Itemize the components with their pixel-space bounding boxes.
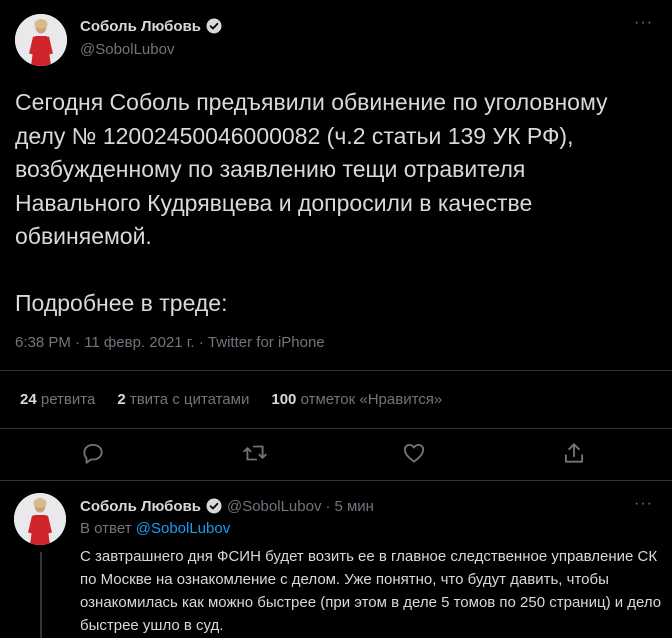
retweet-button[interactable]	[242, 440, 268, 466]
stat-value: 2	[117, 391, 126, 408]
reply-time[interactable]: 5 мин	[334, 498, 374, 515]
separator-dot: ·	[325, 497, 331, 515]
in-reply-to: В ответ @SobolLubov	[80, 520, 230, 537]
author-handle[interactable]: @SobolLubov	[80, 41, 174, 58]
avatar-image	[15, 14, 67, 66]
action-bar	[0, 440, 672, 470]
divider	[0, 428, 672, 429]
like-button[interactable]	[401, 440, 427, 466]
in-reply-handle-link[interactable]: @SobolLubov	[136, 520, 230, 537]
avatar[interactable]	[15, 14, 67, 66]
stat-label: ретвита	[40, 391, 96, 408]
verified-badge-icon	[206, 498, 222, 514]
reply-text: С завтрашнего дня ФСИН будет возить ее в…	[80, 548, 662, 634]
thread-line	[40, 552, 42, 638]
stat-value: 100	[271, 391, 297, 408]
stat-quotes[interactable]: 2 твита с цитатами	[117, 391, 249, 408]
verified-badge-icon	[206, 18, 222, 34]
stat-value: 24	[20, 391, 37, 408]
share-button[interactable]	[561, 440, 587, 466]
heart-icon	[403, 443, 425, 463]
divider	[0, 480, 672, 481]
stat-retweets[interactable]: 24 ретвита	[20, 391, 95, 408]
retweet-icon	[243, 445, 267, 461]
stat-likes[interactable]: 100 отметок «Нравится»	[271, 391, 442, 408]
more-options-button[interactable]: ···	[634, 14, 653, 32]
author-name[interactable]: Соболь Любовь	[80, 498, 201, 515]
avatar-image	[14, 493, 66, 545]
author-row: Соболь Любовь	[80, 17, 223, 35]
tweet-text: Сегодня Соболь предъявили обвинение по у…	[15, 89, 608, 316]
share-icon	[564, 443, 584, 463]
in-reply-prefix: В ответ	[80, 520, 132, 537]
stat-label: твита с цитатами	[129, 391, 250, 408]
author-row: Соболь Любовь @SobolLubov · 5 мин	[80, 497, 374, 515]
more-options-button[interactable]: ···	[634, 495, 653, 513]
author-handle[interactable]: @SobolLubov	[227, 498, 321, 515]
author-name[interactable]: Соболь Любовь	[80, 18, 201, 35]
stat-label: отметок «Нравится»	[300, 391, 443, 408]
reply-icon	[83, 443, 103, 464]
reply-button[interactable]	[80, 440, 106, 466]
divider	[0, 370, 672, 371]
tweet-stats: 24 ретвита 2 твита с цитатами 100 отмето…	[20, 391, 442, 408]
tweet-timestamp[interactable]: 6:38 PM · 11 февр. 2021 г. · Twitter for…	[15, 334, 325, 351]
avatar[interactable]	[14, 493, 66, 545]
